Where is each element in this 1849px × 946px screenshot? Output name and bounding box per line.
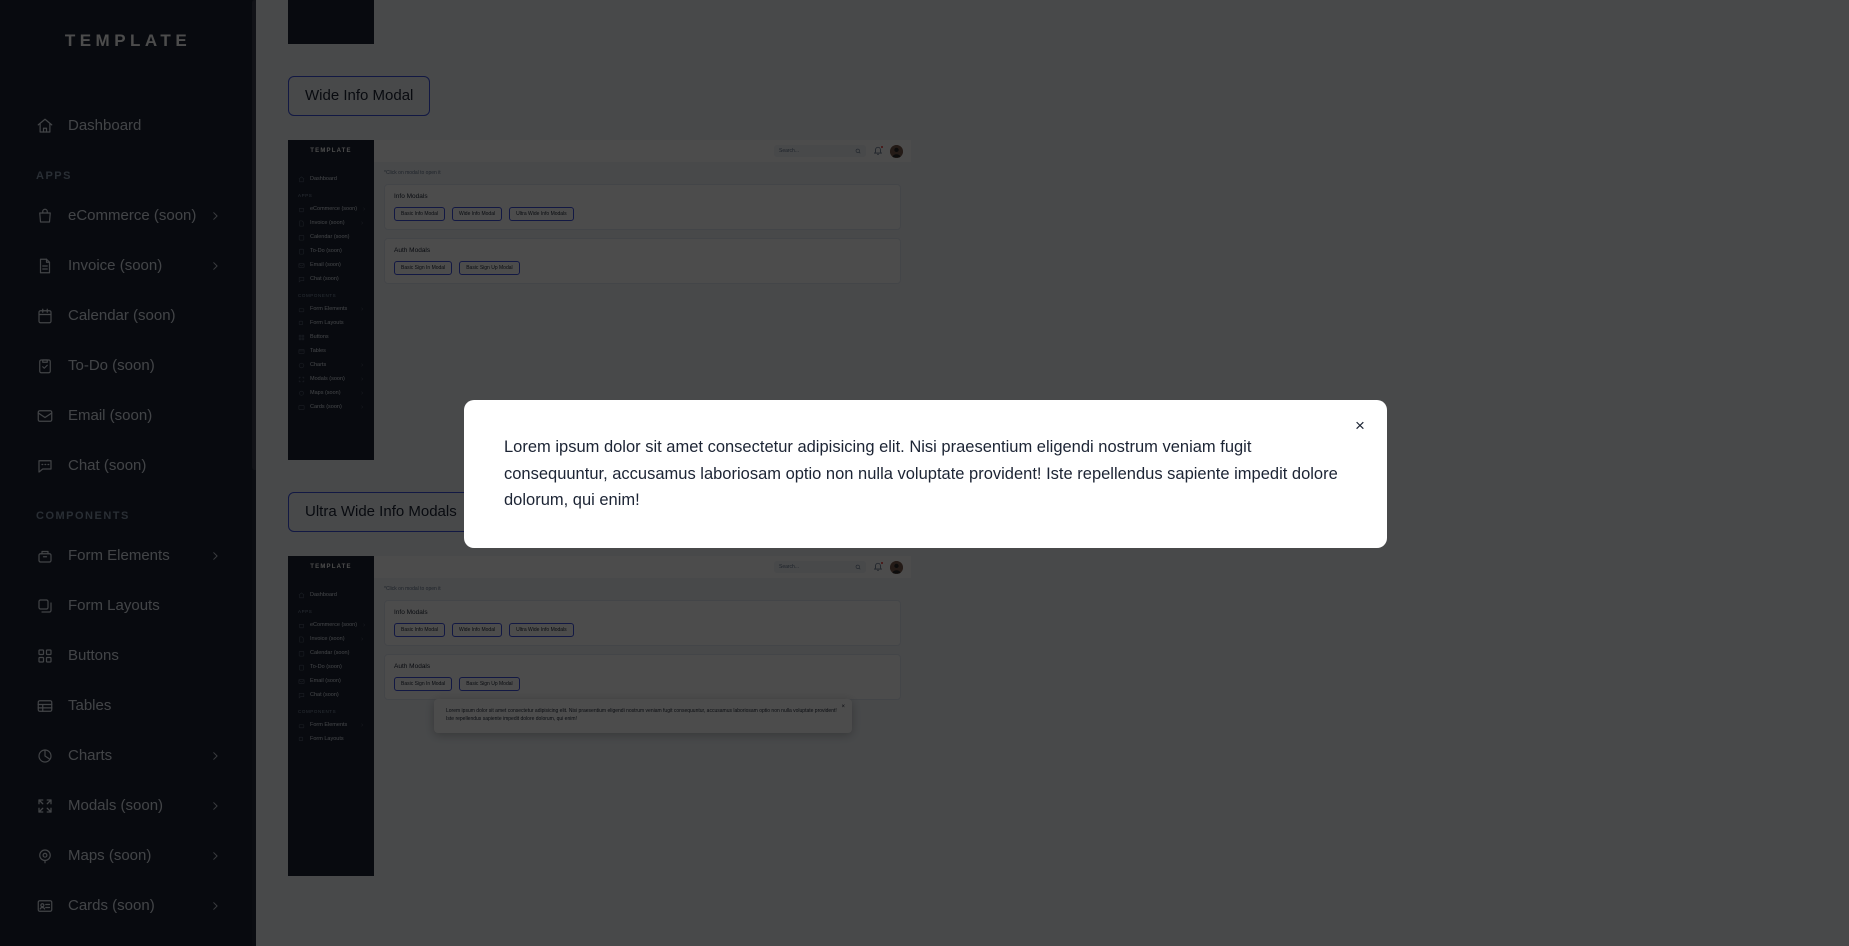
modal-body-text: Lorem ipsum dolor sit amet consectetur a… <box>504 438 1338 510</box>
wide-info-modal: × Lorem ipsum dolor sit amet consectetur… <box>464 400 1387 548</box>
close-icon[interactable]: × <box>1349 414 1371 436</box>
